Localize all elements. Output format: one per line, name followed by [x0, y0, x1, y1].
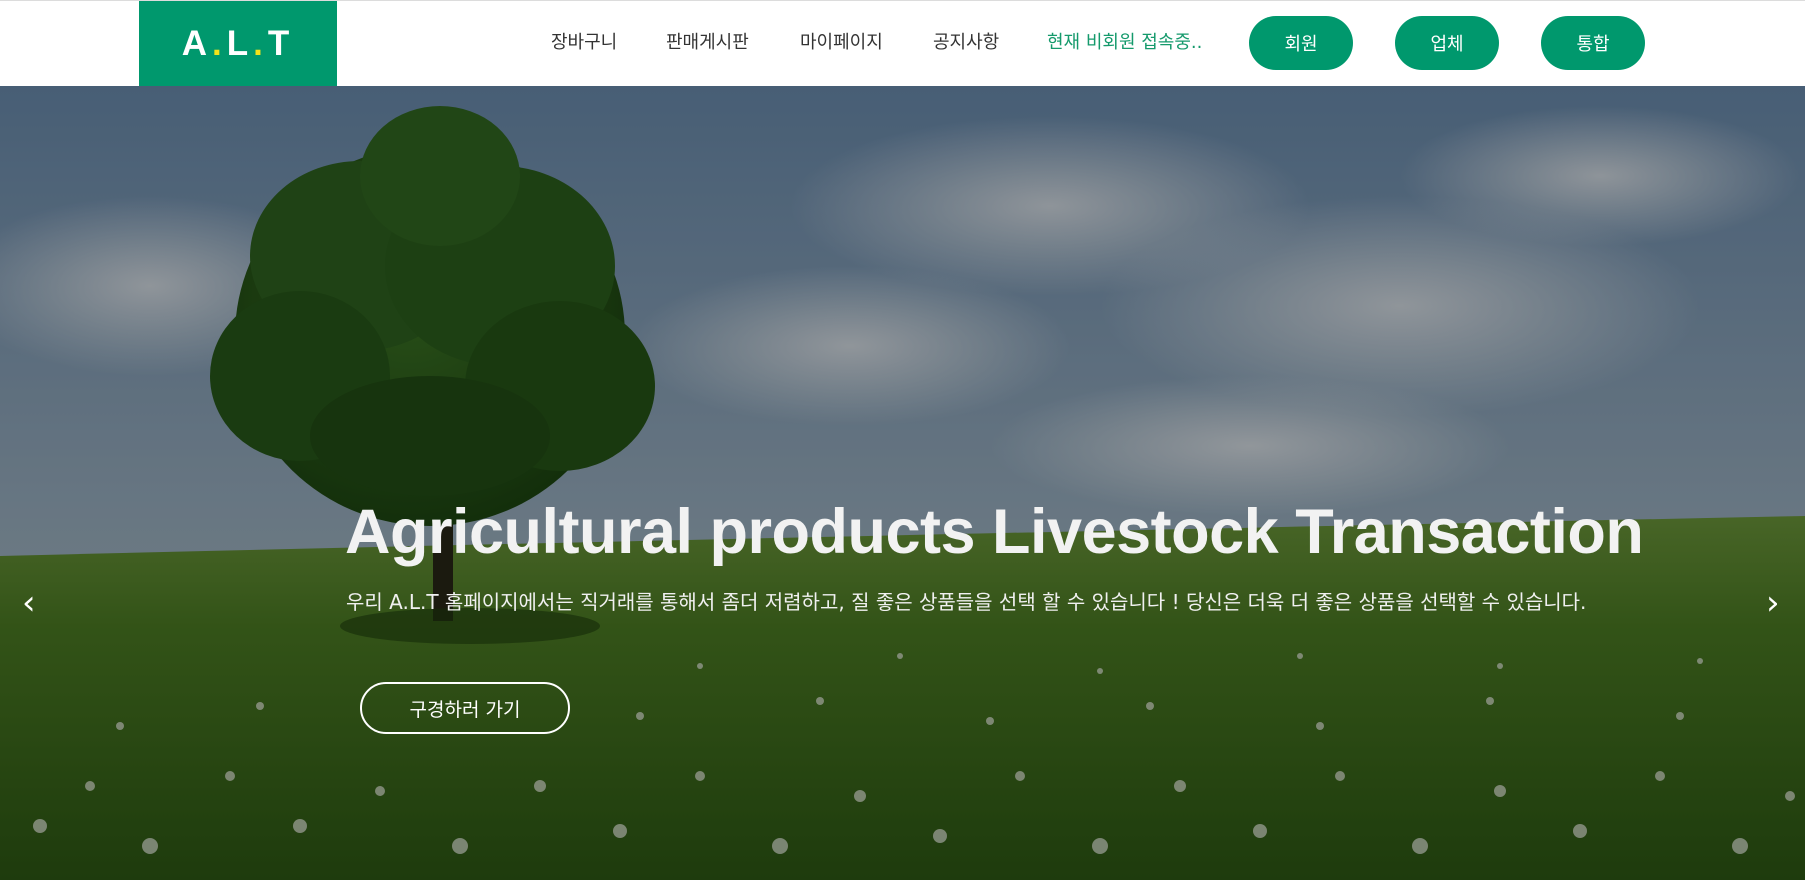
login-status-text: 현재 비회원 접속중.. — [1047, 32, 1203, 53]
site-header: A.L.T 장바구니 판매게시판 마이페이지 공지사항 현재 비회원 접속중..… — [0, 0, 1805, 87]
browse-button[interactable]: 구경하러 가기 — [360, 682, 570, 734]
carousel-next-icon[interactable]: › — [1766, 586, 1780, 620]
hero-carousel: Agricultural products Livestock Transact… — [0, 86, 1805, 880]
site-logo[interactable]: A.L.T — [139, 1, 337, 87]
member-button[interactable]: 회원 — [1249, 16, 1353, 70]
hero-subtitle: 우리 A.L.T 홈페이지에서는 직거래를 통해서 좀더 저렴하고, 질 좋은 … — [346, 590, 1587, 614]
hero-title: Agricultural products Livestock Transact… — [345, 497, 1644, 567]
nav-notice[interactable]: 공지사항 — [933, 28, 999, 54]
nav-mypage[interactable]: 마이페이지 — [800, 28, 883, 54]
hero-dark-overlay — [0, 86, 1805, 880]
carousel-prev-icon[interactable]: ‹ — [22, 586, 36, 620]
company-button[interactable]: 업체 — [1395, 16, 1499, 70]
logo-text: A.L.T — [181, 24, 295, 63]
nav-cart[interactable]: 장바구니 — [551, 28, 617, 54]
nav-sales-board[interactable]: 판매게시판 — [666, 28, 749, 54]
integrated-button[interactable]: 통합 — [1541, 16, 1645, 70]
